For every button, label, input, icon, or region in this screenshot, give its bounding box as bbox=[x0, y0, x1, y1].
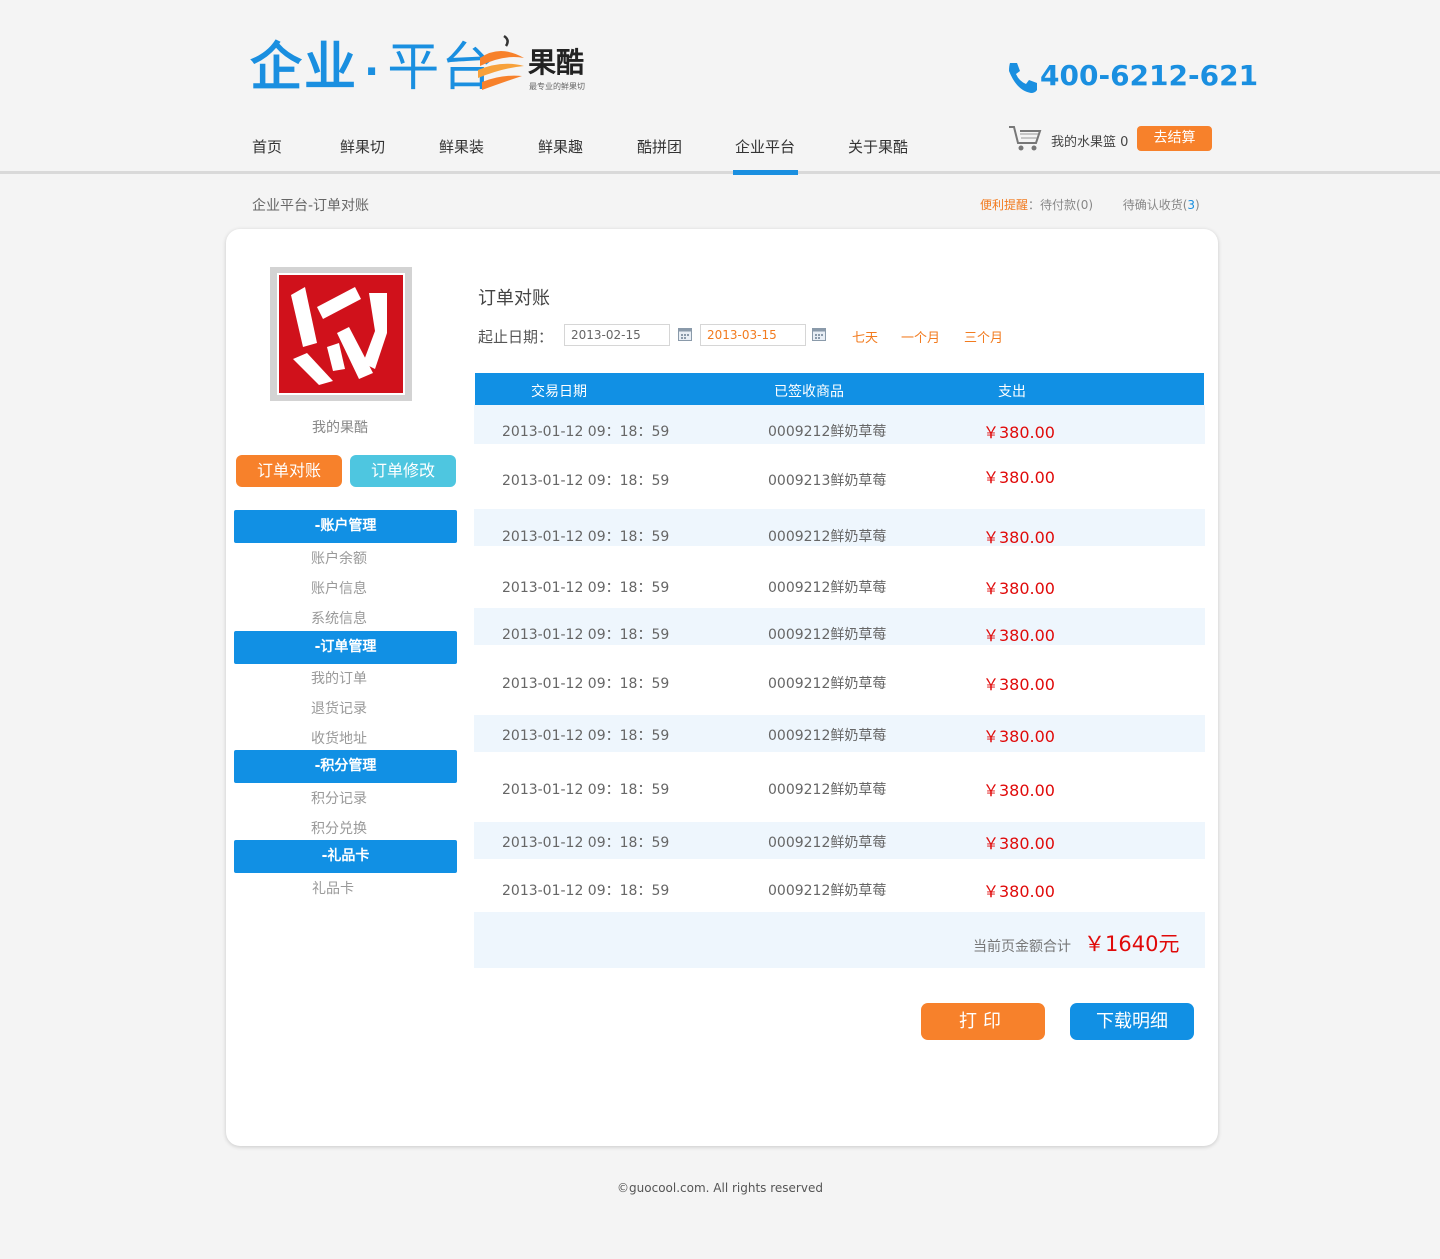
sidebar-section-gift-card[interactable]: -礼品卡 bbox=[234, 840, 457, 873]
range-3-months[interactable]: 三个月 bbox=[964, 327, 1003, 346]
sidebar-item-gift-card[interactable]: 礼品卡 bbox=[312, 878, 354, 898]
pending-receipt-link[interactable]: 待确认收货(3) bbox=[1123, 198, 1200, 212]
table-cell-amount: ￥380.00 bbox=[983, 579, 1055, 598]
user-name[interactable]: 我的果酷 bbox=[312, 417, 368, 437]
nav-item-enterprise[interactable]: 企业平台 bbox=[735, 136, 795, 157]
table-cell-date: 2013-01-12 09：18：59 bbox=[502, 782, 670, 798]
table-cell-date: 2013-01-12 09：18：59 bbox=[502, 473, 670, 489]
nav-item-home[interactable]: 首页 bbox=[252, 136, 282, 157]
table-cell-amount: ￥380.00 bbox=[983, 727, 1055, 746]
date-range-label: 起止日期： bbox=[478, 328, 554, 346]
sidebar-item-points-record[interactable]: 积分记录 bbox=[311, 788, 367, 808]
nav-divider bbox=[0, 171, 1440, 174]
logo-subtitle: 最专业的鲜果切 bbox=[529, 82, 585, 91]
nav-item-fresh-cut[interactable]: 鲜果切 bbox=[340, 136, 385, 157]
start-date-input[interactable] bbox=[564, 324, 670, 346]
brand-part1: 企业 bbox=[250, 38, 359, 98]
table-cell-date: 2013-01-12 09：18：59 bbox=[502, 529, 670, 545]
sidebar-item-addresses[interactable]: 收货地址 bbox=[311, 728, 367, 748]
table-cell-date: 2013-01-12 09：18：59 bbox=[502, 728, 670, 744]
table-cell-date: 2013-01-12 09：18：59 bbox=[502, 883, 670, 899]
hotline-number: 400-6212-621 bbox=[1040, 59, 1259, 92]
table-cell-product[interactable]: 0009212鲜奶草莓 bbox=[768, 725, 886, 745]
table-cell-date: 2013-01-12 09：18：59 bbox=[502, 580, 670, 596]
phone-icon bbox=[1009, 63, 1037, 93]
avatar-logo-icon bbox=[277, 273, 405, 395]
sidebar-section-points[interactable]: -积分管理 bbox=[234, 750, 457, 783]
table-cell-product[interactable]: 0009213鲜奶草莓 bbox=[768, 470, 886, 490]
reminder-bar: 便利提醒：待付款(0) 待确认收货(3) bbox=[980, 196, 1200, 213]
sidebar-section-account[interactable]: -账户管理 bbox=[234, 510, 457, 543]
range-1-month[interactable]: 一个月 bbox=[901, 327, 940, 346]
sidebar-section-orders[interactable]: -订单管理 bbox=[234, 631, 457, 664]
table-cell-product[interactable]: 0009212鲜奶草莓 bbox=[768, 832, 886, 852]
pending-payment-link[interactable]: 待付款(0) bbox=[1040, 198, 1093, 212]
column-header-expense: 支出 bbox=[998, 384, 1026, 400]
avatar[interactable] bbox=[270, 267, 412, 401]
checkout-button[interactable]: 去结算 bbox=[1137, 126, 1212, 151]
table-cell-product[interactable]: 0009212鲜奶草莓 bbox=[768, 624, 886, 644]
end-date-input[interactable] bbox=[700, 324, 806, 346]
table-cell-amount: ￥380.00 bbox=[983, 781, 1055, 800]
table-cell-date: 2013-01-12 09：18：59 bbox=[502, 627, 670, 643]
cart-count: 0 bbox=[1120, 135, 1129, 150]
sidebar-item-balance[interactable]: 账户余额 bbox=[311, 548, 367, 568]
calendar-icon[interactable] bbox=[812, 327, 826, 341]
print-button[interactable]: 打印 bbox=[921, 1003, 1045, 1040]
brand-dot: · bbox=[364, 49, 382, 95]
pending-receipt-prefix: 待确认收货( bbox=[1122, 198, 1188, 212]
guocool-logo-icon[interactable] bbox=[474, 34, 530, 94]
download-details-button[interactable]: 下载明细 bbox=[1070, 1003, 1194, 1040]
sidebar-item-my-orders[interactable]: 我的订单 bbox=[311, 668, 367, 688]
nav-item-fresh-pack[interactable]: 鲜果装 bbox=[439, 136, 484, 157]
table-cell-date: 2013-01-12 09：18：59 bbox=[502, 835, 670, 851]
table-cell-amount: ￥380.00 bbox=[983, 882, 1055, 901]
nav-item-about[interactable]: 关于果酷 bbox=[848, 136, 908, 157]
logo-text: 果酷 bbox=[528, 46, 585, 79]
sidebar-item-returns[interactable]: 退货记录 bbox=[311, 698, 367, 718]
cart-label: 我的水果篮 bbox=[1051, 135, 1117, 150]
table-cell-product[interactable]: 0009212鲜奶草莓 bbox=[768, 577, 886, 597]
table-cell-product[interactable]: 0009212鲜奶草莓 bbox=[768, 779, 886, 799]
cart-icon[interactable] bbox=[1008, 124, 1042, 152]
column-header-product: 已签收商品 bbox=[774, 384, 844, 400]
nav-item-group-buy[interactable]: 酷拼团 bbox=[637, 136, 682, 157]
table-cell-amount: ￥380.00 bbox=[983, 423, 1055, 442]
page-total-value: ￥1640元 bbox=[1084, 932, 1180, 956]
cart-summary[interactable]: 我的水果篮 0 bbox=[1051, 131, 1128, 150]
pending-receipt-suffix: ) bbox=[1195, 198, 1200, 212]
pending-receipt-count: 3 bbox=[1187, 198, 1196, 212]
column-header-date: 交易日期 bbox=[531, 384, 587, 400]
table-cell-product[interactable]: 0009212鲜奶草莓 bbox=[768, 673, 886, 693]
order-reconcile-button[interactable]: 订单对账 bbox=[236, 455, 342, 487]
page-total-label: 当前页金额合计 bbox=[973, 939, 1071, 955]
table-cell-product[interactable]: 0009212鲜奶草莓 bbox=[768, 880, 886, 900]
order-modify-button[interactable]: 订单修改 bbox=[350, 455, 456, 487]
reminder-label: 便利提醒 bbox=[980, 198, 1029, 212]
table-cell-amount: ￥380.00 bbox=[983, 834, 1055, 853]
footer-copyright: ©guocool.com. All rights reserved bbox=[617, 1181, 823, 1195]
brand-title: 企业 · 平台 bbox=[250, 36, 495, 104]
table-cell-date: 2013-01-12 09：18：59 bbox=[502, 424, 670, 440]
calendar-icon[interactable] bbox=[678, 327, 692, 341]
reminder-colon: ： bbox=[1028, 198, 1041, 212]
table-cell-amount: ￥380.00 bbox=[983, 675, 1055, 694]
nav-item-fresh-fun[interactable]: 鲜果趣 bbox=[538, 136, 583, 157]
breadcrumb: 企业平台-订单对账 bbox=[252, 198, 370, 214]
sidebar-item-account-info[interactable]: 账户信息 bbox=[311, 578, 367, 598]
nav-active-indicator bbox=[733, 170, 798, 175]
sidebar-item-system-info[interactable]: 系统信息 bbox=[311, 608, 367, 628]
page-title: 订单对账 bbox=[478, 288, 550, 309]
table-cell-amount: ￥380.00 bbox=[983, 528, 1055, 547]
table-cell-amount: ￥380.00 bbox=[983, 626, 1055, 645]
range-7-days[interactable]: 七天 bbox=[852, 327, 878, 346]
table-cell-product[interactable]: 0009212鲜奶草莓 bbox=[768, 526, 886, 546]
table-cell-date: 2013-01-12 09：18：59 bbox=[502, 676, 670, 692]
table-cell-amount: ￥380.00 bbox=[983, 468, 1055, 487]
sidebar-item-points-exchange[interactable]: 积分兑换 bbox=[311, 818, 367, 838]
table-cell-product[interactable]: 0009212鲜奶草莓 bbox=[768, 421, 886, 441]
